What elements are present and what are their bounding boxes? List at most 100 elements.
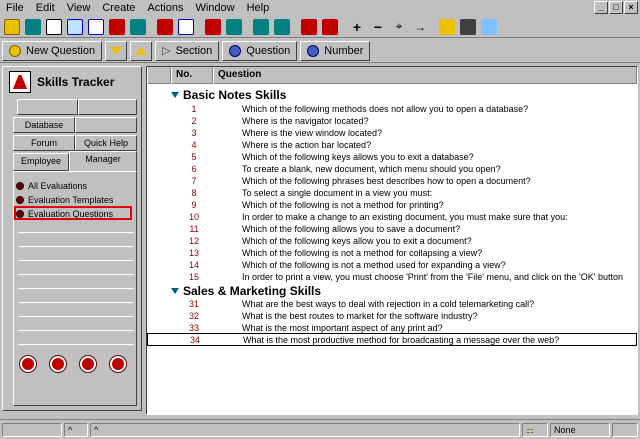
tab-manager[interactable]: Manager bbox=[69, 151, 137, 171]
divider bbox=[18, 274, 134, 275]
tab-blank-3[interactable] bbox=[75, 117, 137, 133]
status-key-segment[interactable]: ⚏ bbox=[522, 423, 548, 437]
paste-icon[interactable] bbox=[86, 17, 106, 37]
column-header-no[interactable]: No. bbox=[171, 67, 213, 84]
search-icon[interactable]: → bbox=[410, 17, 430, 37]
plus-icon[interactable] bbox=[320, 17, 340, 37]
table-row[interactable]: 9 Which of the following is not a method … bbox=[147, 199, 637, 211]
table-row[interactable]: 5 Which of the following keys allows you … bbox=[147, 151, 637, 163]
properties-icon[interactable] bbox=[107, 17, 127, 37]
table-row[interactable]: 11 Which of the following allows you to s… bbox=[147, 223, 637, 235]
minus-icon[interactable]: + bbox=[347, 17, 367, 37]
table-row[interactable]: 32 What is the best routes to market for … bbox=[147, 310, 637, 322]
question-button[interactable]: Question bbox=[222, 40, 298, 61]
nav-evaluation-templates[interactable]: Evaluation Templates bbox=[16, 194, 113, 206]
category-row[interactable]: Basic Notes Skills bbox=[171, 88, 286, 102]
table-row[interactable]: 15 In order to print a view, you must cho… bbox=[147, 271, 637, 283]
row-number: 3 bbox=[191, 128, 197, 138]
open-db-icon[interactable] bbox=[2, 17, 22, 37]
table-row[interactable]: 7 Which of the following phrases best des… bbox=[147, 175, 637, 187]
star-icon[interactable] bbox=[272, 17, 292, 37]
forward-icon[interactable] bbox=[203, 17, 223, 37]
divider bbox=[18, 232, 134, 233]
help-icon[interactable] bbox=[80, 356, 96, 372]
row-question: In order to make a change to an existing… bbox=[242, 212, 568, 222]
table-row-selected[interactable]: 34 What is the most productive method for… bbox=[147, 333, 637, 346]
table-row[interactable]: 2 Where is the navigator located? bbox=[147, 115, 637, 127]
question-icon bbox=[229, 44, 242, 57]
navigator-icon[interactable] bbox=[23, 17, 43, 37]
row-question: In order to print a view, you must choos… bbox=[242, 272, 623, 282]
info-icon[interactable] bbox=[50, 356, 66, 372]
expand-triangle-icon[interactable] bbox=[171, 91, 179, 98]
status-location[interactable]: None bbox=[550, 423, 610, 437]
restore-button[interactable]: □ bbox=[609, 1, 623, 14]
down-icon[interactable] bbox=[224, 17, 244, 37]
minimize-button[interactable]: _ bbox=[594, 1, 608, 14]
bullet-icon bbox=[16, 210, 24, 218]
expand-triangle-icon[interactable] bbox=[171, 287, 179, 294]
column-header-question[interactable]: Question bbox=[213, 67, 637, 84]
tab-blank-1[interactable] bbox=[17, 99, 78, 115]
menu-edit[interactable]: Edit bbox=[30, 0, 61, 16]
up-icon[interactable] bbox=[251, 17, 271, 37]
menu-file[interactable]: File bbox=[0, 0, 30, 16]
table-row[interactable]: 10 In order to make a change to an existi… bbox=[147, 211, 637, 223]
status-segment-1[interactable] bbox=[2, 423, 62, 437]
row-question: Which of the following keys allow you to… bbox=[242, 236, 472, 246]
move-icon[interactable]: − bbox=[368, 17, 388, 37]
tag-icon[interactable]: ⌖ bbox=[389, 17, 409, 37]
menu-window[interactable]: Window bbox=[189, 0, 240, 16]
status-bar: ^ ^ ⚏ None bbox=[0, 419, 640, 439]
table-row[interactable]: 8 To select a single document in a view y… bbox=[147, 187, 637, 199]
table-row[interactable]: 31 What are the best ways to deal with re… bbox=[147, 298, 637, 310]
menu-actions[interactable]: Actions bbox=[141, 0, 189, 16]
row-number: 34 bbox=[189, 334, 200, 345]
new-question-button[interactable]: New Question bbox=[2, 40, 103, 61]
move-down-button[interactable] bbox=[105, 40, 128, 61]
move-up-button[interactable] bbox=[130, 40, 153, 61]
exit-icon[interactable] bbox=[110, 356, 126, 372]
tab-database-setup[interactable]: Database Setup bbox=[13, 117, 75, 144]
menu-view[interactable]: View bbox=[61, 0, 97, 16]
nav-all-evaluations[interactable]: All Evaluations bbox=[16, 180, 87, 192]
nav-evaluation-questions[interactable]: Evaluation Questions bbox=[16, 208, 113, 220]
tab-blank-2[interactable] bbox=[78, 99, 137, 115]
back-icon[interactable] bbox=[176, 17, 196, 37]
table-row[interactable]: 1 Which of the following methods does not… bbox=[147, 103, 637, 115]
status-segment-2[interactable]: ^ bbox=[64, 423, 88, 437]
copy-icon[interactable] bbox=[65, 17, 85, 37]
binoculars-icon[interactable] bbox=[437, 17, 457, 37]
question-label: Question bbox=[246, 44, 291, 57]
table-row[interactable]: 12 Which of the following keys allow you … bbox=[147, 235, 637, 247]
section-button[interactable]: ▷ Section bbox=[155, 40, 220, 61]
print-icon[interactable] bbox=[155, 17, 175, 37]
table-row[interactable]: 14 Which of the following is not a method… bbox=[147, 259, 637, 271]
status-mail-segment[interactable] bbox=[612, 423, 638, 437]
column-header-blank[interactable] bbox=[147, 67, 171, 84]
table-row[interactable]: 13 Which of the following is not a method… bbox=[147, 247, 637, 259]
table-row[interactable]: 3 Where is the view window located? bbox=[147, 127, 637, 139]
navigator-title: Skills Tracker bbox=[37, 75, 115, 89]
menu-help[interactable]: Help bbox=[241, 0, 276, 16]
tab-forum[interactable]: Forum bbox=[13, 135, 75, 151]
close-button[interactable]: × bbox=[624, 1, 638, 14]
star-up-icon[interactable] bbox=[299, 17, 319, 37]
tab-quick-help[interactable]: Quick Help bbox=[75, 135, 137, 151]
lock-icon[interactable] bbox=[20, 356, 36, 372]
row-number: 32 bbox=[188, 311, 199, 321]
folder-icon[interactable] bbox=[458, 17, 478, 37]
row-number: 31 bbox=[188, 299, 199, 309]
menu-create[interactable]: Create bbox=[96, 0, 141, 16]
category-row[interactable]: Sales & Marketing Skills bbox=[171, 284, 321, 298]
status-segment-3[interactable]: ^ bbox=[90, 423, 520, 437]
table-row[interactable]: 6 To create a blank, new document, which … bbox=[147, 163, 637, 175]
view-icon[interactable] bbox=[479, 17, 499, 37]
bullet-icon bbox=[16, 182, 24, 190]
tab-employee[interactable]: Employee bbox=[13, 153, 69, 171]
cut-icon[interactable] bbox=[44, 17, 64, 37]
table-row[interactable]: 4 Where is the action bar located? bbox=[147, 139, 637, 151]
row-question: What are the best ways to deal with reje… bbox=[242, 299, 535, 309]
edit-icon[interactable] bbox=[128, 17, 148, 37]
number-button[interactable]: Number bbox=[300, 40, 371, 61]
